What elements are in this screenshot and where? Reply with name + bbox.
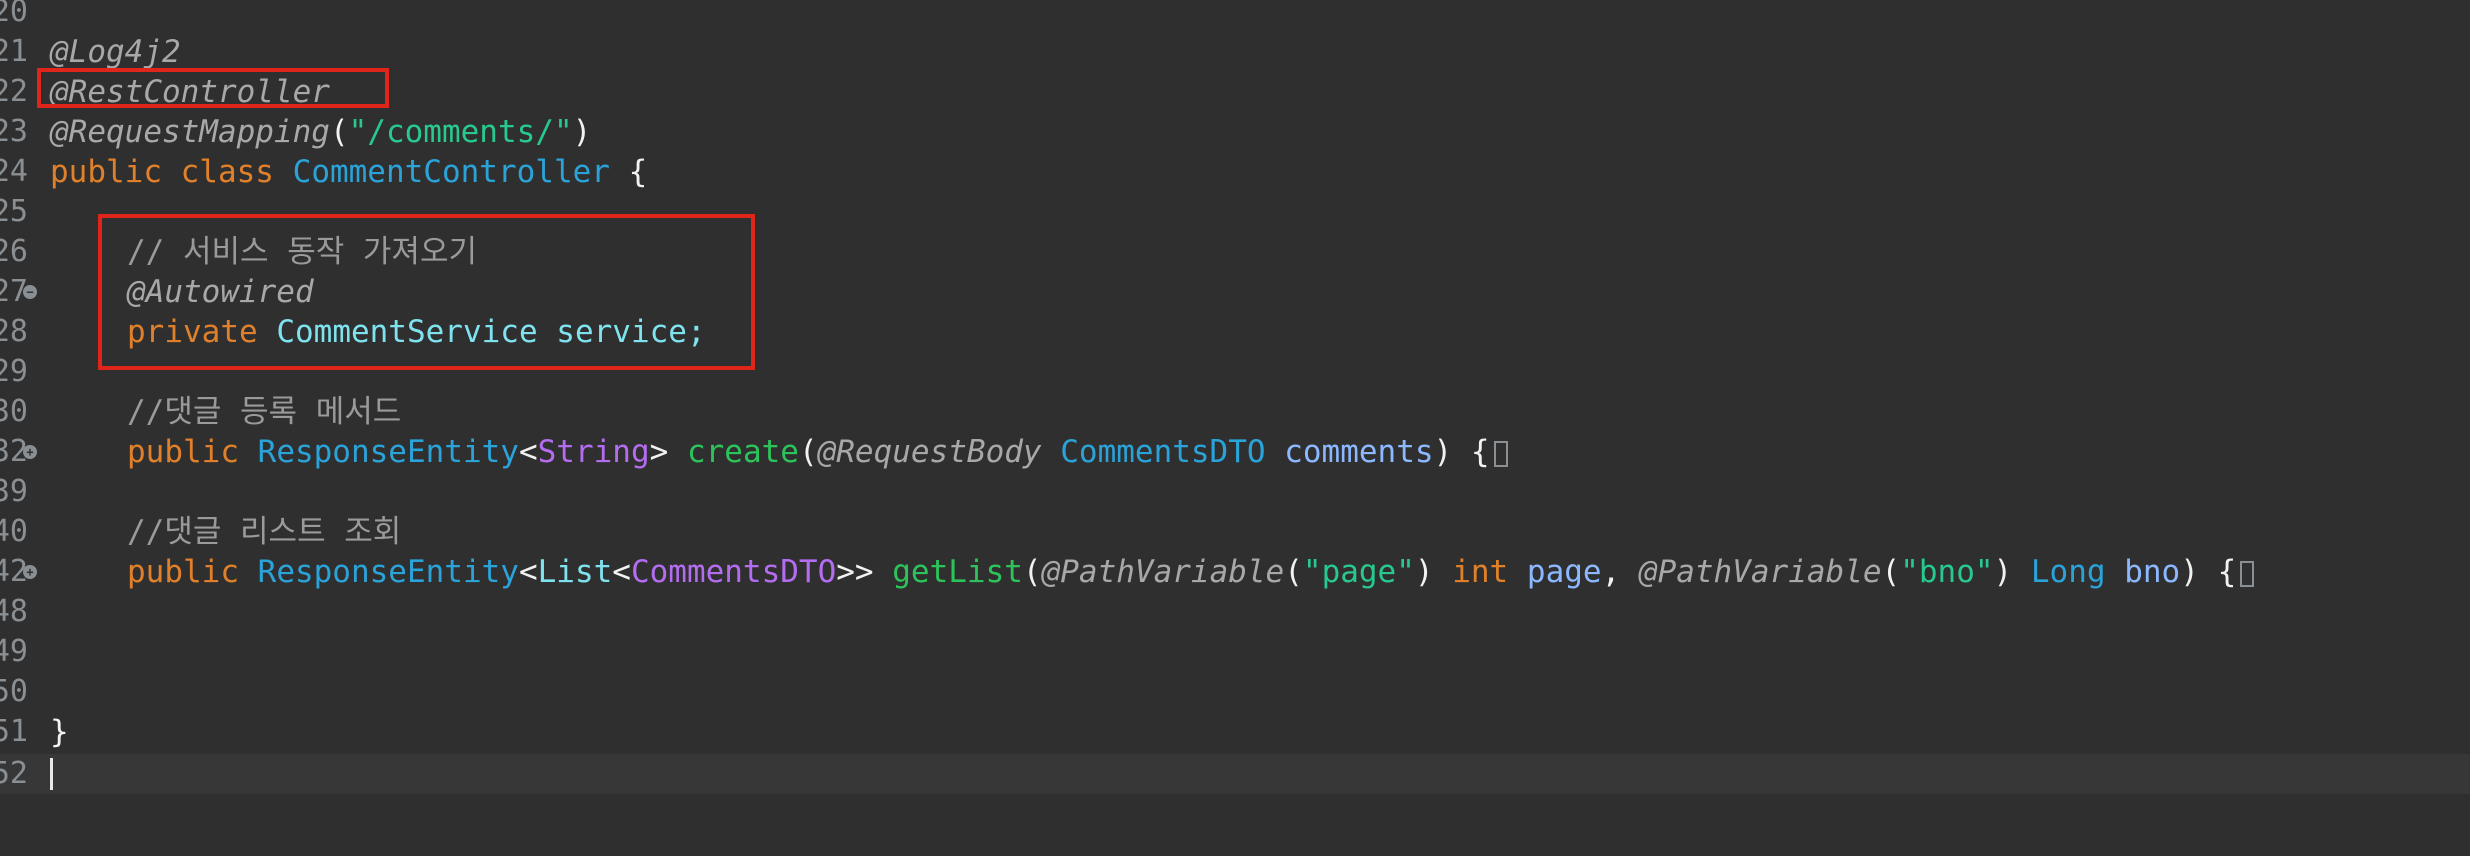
brace-token: { <box>1470 434 1490 470</box>
code-text: } <box>50 712 69 752</box>
line-number: 30 <box>0 394 28 429</box>
keyword-token: public <box>127 434 239 470</box>
line-number: 25 <box>0 194 28 229</box>
line-number: 49 <box>0 634 28 669</box>
line-number: 20 <box>0 0 28 29</box>
paren-token: ) <box>2180 554 2199 590</box>
code-line: 51 } <box>0 712 2470 752</box>
line-number: 28 <box>0 314 28 349</box>
annotation-token: @RequestBody <box>817 434 1042 470</box>
code-line: 39 <box>0 472 2470 512</box>
line-number: 50 <box>0 674 28 709</box>
line-number: 39 <box>0 474 28 509</box>
code-line: 21 @Log4j2 <box>0 32 2470 72</box>
class-name-token: ResponseEntity <box>257 554 519 590</box>
code-line: 30 //댓글 등록 메서드 <box>0 392 2470 432</box>
string-token: "bno" <box>1900 554 1994 590</box>
paren-token: ( <box>329 114 349 150</box>
brace-token: } <box>50 714 69 750</box>
generic-bracket-token: < <box>612 554 631 590</box>
method-name-token: create <box>686 434 799 470</box>
code-line: 40 //댓글 리스트 조회 <box>0 512 2470 552</box>
code-line: 32 + public ResponseEntity<String> creat… <box>0 432 2470 472</box>
line-number: 48 <box>0 594 28 629</box>
code-text: @Log4j2 <box>50 32 181 72</box>
text-cursor <box>50 758 53 790</box>
paren-token: ) <box>1993 554 2013 590</box>
folded-code-icon[interactable] <box>2240 560 2255 587</box>
class-name-token: CommentController <box>292 154 610 190</box>
code-line: 50 <box>0 672 2470 712</box>
paren-token: ( <box>1881 554 1901 590</box>
generic-bracket-token: < <box>518 554 538 590</box>
generic-bracket-token: >> <box>836 554 874 590</box>
code-line: 48 <box>0 592 2470 632</box>
line-number: 40 <box>0 514 28 549</box>
keyword-token: int <box>1452 554 1509 590</box>
parameter-token: page <box>1526 554 1602 590</box>
fold-collapse-icon[interactable]: − <box>23 285 37 299</box>
type-token: CommentsDTO <box>630 554 837 590</box>
generic-bracket-token: < <box>518 434 538 470</box>
type-token: CommentsDTO <box>1060 434 1266 470</box>
paren-token: ( <box>798 434 818 470</box>
keyword-token: public <box>50 154 162 190</box>
code-line: 24 public class CommentController { <box>0 152 2470 192</box>
generic-bracket-token: > <box>649 434 669 470</box>
line-number: 24 <box>0 154 28 189</box>
paren-token: ) <box>572 114 592 150</box>
current-code-line[interactable]: 52 <box>0 754 2470 794</box>
string-token: "page" <box>1302 554 1415 590</box>
fold-expand-icon[interactable]: + <box>23 565 37 579</box>
code-line: 49 <box>0 632 2470 672</box>
code-text: public ResponseEntity<String> create(@Re… <box>127 432 1508 472</box>
comment-token: //댓글 리스트 조회 <box>127 514 402 550</box>
code-text: //댓글 리스트 조회 <box>127 512 401 552</box>
code-text: //댓글 등록 메서드 <box>127 392 401 432</box>
paren-token: ( <box>1022 554 1042 590</box>
class-name-token: ResponseEntity <box>257 434 519 470</box>
line-number: 26 <box>0 234 28 269</box>
type-token: String <box>537 434 650 470</box>
code-text: public ResponseEntity<List<CommentsDTO>>… <box>127 552 2255 592</box>
parameter-token: comments <box>1284 434 1434 470</box>
annotation-token: @PathVariable <box>1638 554 1882 590</box>
keyword-token: class <box>180 154 274 190</box>
line-number: 23 <box>0 114 28 149</box>
annotation-token: @Log4j2 <box>50 34 181 70</box>
line-number: 29 <box>0 354 28 389</box>
annotation-token: @PathVariable <box>1041 554 1285 590</box>
code-line: 42 + public ResponseEntity<List<Comments… <box>0 552 2470 592</box>
code-line: 23 @RequestMapping("/comments/") <box>0 112 2470 152</box>
brace-token: { <box>2217 554 2237 590</box>
type-token: Long <box>2030 554 2106 590</box>
method-name-token: getList <box>892 554 1023 590</box>
paren-token: ) <box>1433 434 1453 470</box>
line-number: 52 <box>0 756 28 791</box>
annotation-token: @RequestMapping <box>50 114 330 150</box>
line-number: 51 <box>0 714 28 749</box>
paren-token: ( <box>1284 554 1303 590</box>
parameter-token: bno <box>2124 554 2181 590</box>
code-editor[interactable]: 20 21 @Log4j2 22 @RestController 23 @Req… <box>0 0 2470 856</box>
code-text: public class CommentController { <box>50 152 647 192</box>
folded-code-icon[interactable] <box>1493 440 1508 467</box>
code-text: @RequestMapping("/comments/") <box>50 112 591 152</box>
string-token: "/comments/" <box>348 114 573 150</box>
keyword-token: public <box>127 554 239 590</box>
code-line: 20 <box>0 0 2470 32</box>
fold-expand-icon[interactable]: + <box>23 445 37 459</box>
rest-controller-highlight-box <box>37 68 389 108</box>
brace-token: { <box>628 154 648 190</box>
comma-token: , <box>1601 554 1621 590</box>
line-number: 22 <box>0 74 28 109</box>
comment-token: //댓글 등록 메서드 <box>127 394 402 430</box>
line-number: 21 <box>0 34 28 69</box>
type-token: List <box>537 554 613 590</box>
autowired-service-highlight-box <box>98 214 755 370</box>
paren-token: ) <box>1414 554 1434 590</box>
